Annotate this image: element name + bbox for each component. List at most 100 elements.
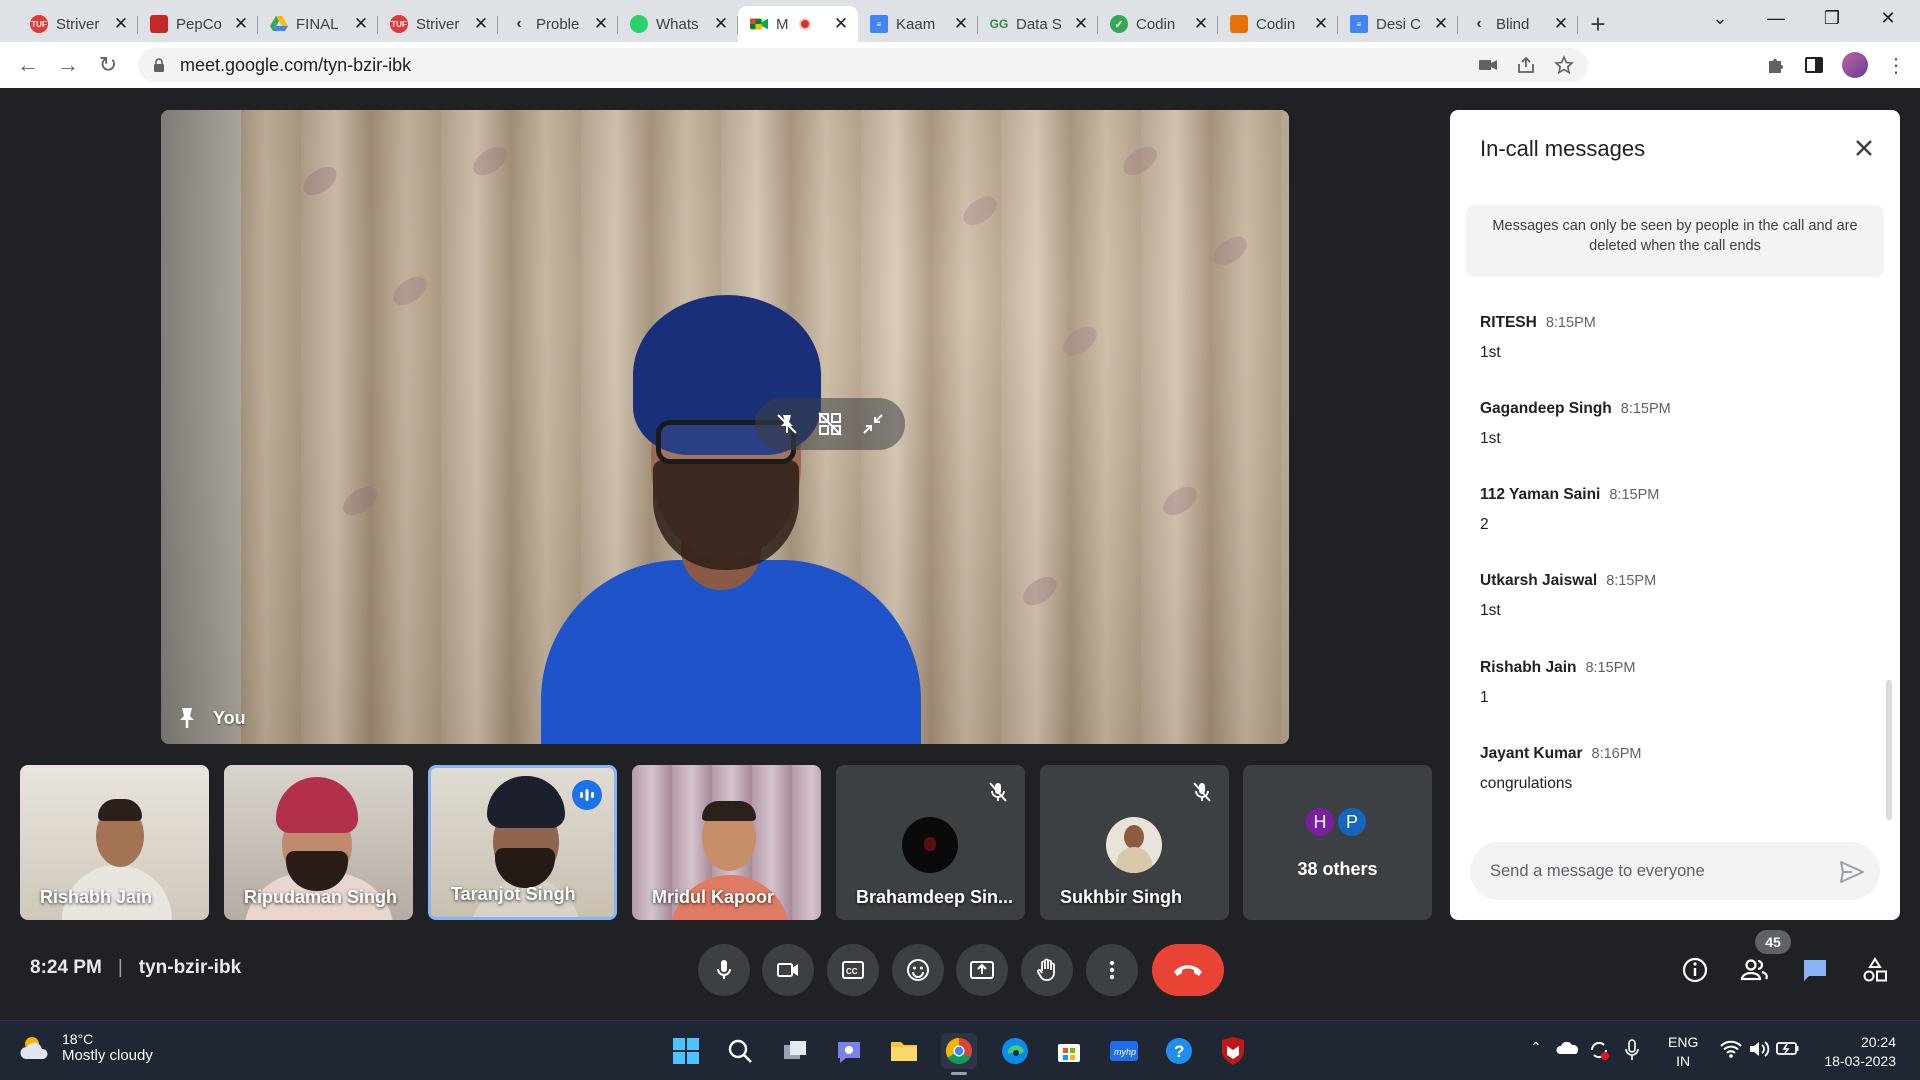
microsoft-store-button[interactable]: [1051, 1033, 1087, 1069]
camera-in-use-icon[interactable]: [1478, 55, 1498, 75]
volume-icon[interactable]: [1748, 1039, 1770, 1059]
omnibox[interactable]: meet.google.com/tyn-bzir-ibk: [138, 48, 1588, 82]
start-button[interactable]: [668, 1033, 704, 1069]
chat-button[interactable]: [1795, 950, 1835, 990]
microphone-button[interactable]: [698, 944, 750, 996]
others-tile[interactable]: H P 38 others: [1243, 765, 1432, 920]
tab-close-icon[interactable]: ✕: [592, 14, 610, 34]
tab-close-icon[interactable]: ✕: [232, 14, 250, 34]
browser-tab[interactable]: Whats ✕: [618, 6, 738, 42]
myhp-button[interactable]: myhp: [1106, 1033, 1142, 1069]
minimize-button[interactable]: —: [1748, 0, 1804, 36]
chat-message: Gagandeep Singh 8:15PM 1st: [1480, 400, 1860, 448]
send-icon[interactable]: [1838, 858, 1866, 886]
teams-chat-button[interactable]: [831, 1033, 867, 1069]
side-panel-icon[interactable]: [1804, 55, 1824, 75]
tab-title: PepCo: [176, 15, 222, 33]
profile-avatar[interactable]: [1842, 52, 1868, 78]
chrome-menu-icon[interactable]: ⋮: [1886, 53, 1906, 78]
new-tab-button[interactable]: +: [1578, 6, 1618, 42]
browser-tab[interactable]: ≡ Kaam ✕: [858, 6, 978, 42]
chat-icon: [1804, 960, 1826, 981]
chat-message-input[interactable]: [1490, 861, 1820, 881]
message-text: congrulations: [1480, 775, 1573, 792]
tab-close-icon[interactable]: ✕: [1552, 14, 1570, 34]
tab-close-icon[interactable]: ✕: [1072, 14, 1090, 34]
reactions-button[interactable]: [892, 944, 944, 996]
show-hidden-icons-chevron-icon[interactable]: ⌃: [1530, 1039, 1542, 1056]
captions-button[interactable]: CC: [827, 944, 879, 996]
camera-button[interactable]: [762, 944, 814, 996]
more-options-button[interactable]: [1086, 944, 1138, 996]
tab-close-icon[interactable]: ✕: [112, 14, 130, 34]
extensions-puzzle-icon[interactable]: [1766, 55, 1786, 75]
raise-hand-button[interactable]: [1021, 944, 1073, 996]
browser-tab[interactable]: PepCo ✕: [138, 6, 258, 42]
present-screen-button[interactable]: [956, 944, 1008, 996]
participant-tile[interactable]: Sukhbir Singh: [1040, 765, 1229, 920]
browser-tab[interactable]: Codin ✕: [1218, 6, 1338, 42]
browser-tab[interactable]: TUF Striver ✕: [378, 6, 498, 42]
share-icon[interactable]: [1516, 55, 1536, 75]
remove-from-view-icon[interactable]: [817, 411, 843, 437]
svg-text:myhp: myhp: [1114, 1047, 1136, 1057]
participant-tile[interactable]: Brahamdeep Sin...: [836, 765, 1025, 920]
taskbar-search-button[interactable]: [722, 1033, 758, 1069]
language-indicator[interactable]: ENG IN: [1668, 1033, 1698, 1071]
participant-tile[interactable]: Ripudaman Singh: [224, 765, 413, 920]
tab-search-chevron-icon[interactable]: ⌄: [1692, 0, 1748, 36]
pin-icon[interactable]: [177, 706, 197, 730]
activities-button[interactable]: [1855, 950, 1895, 990]
leave-call-button[interactable]: [1152, 944, 1224, 996]
meeting-code: tyn-bzir-ibk: [138, 957, 242, 978]
browser-tab[interactable]: TUF Striver ✕: [18, 6, 138, 42]
pin-off-icon[interactable]: [774, 411, 800, 437]
close-icon[interactable]: [1850, 134, 1878, 162]
participant-tile[interactable]: Mridul Kapoor: [632, 765, 821, 920]
participant-tile[interactable]: Rishabh Jain: [20, 765, 209, 920]
browser-tab[interactable]: ≡ Desi C ✕: [1338, 6, 1458, 42]
self-video-tile[interactable]: You: [161, 110, 1289, 744]
file-explorer-button[interactable]: [886, 1033, 922, 1069]
chat-input-box[interactable]: [1470, 842, 1880, 900]
tab-close-icon[interactable]: ✕: [1312, 14, 1330, 34]
chat-scrollbar[interactable]: [1886, 680, 1892, 820]
task-view-button[interactable]: [777, 1033, 813, 1069]
bookmark-star-icon[interactable]: [1554, 55, 1574, 75]
chrome-taskbar-button[interactable]: [941, 1033, 977, 1069]
browser-tab[interactable]: GG Data S ✕: [978, 6, 1098, 42]
restore-button[interactable]: ❐: [1804, 0, 1860, 36]
back-button[interactable]: ←: [8, 45, 48, 85]
forward-button[interactable]: →: [48, 45, 88, 85]
participant-tile-speaking[interactable]: Taranjot Singh: [428, 765, 617, 920]
system-clock[interactable]: 20:24 18-03-2023: [1824, 1033, 1896, 1071]
windows-logo-icon: [673, 1038, 699, 1064]
onedrive-cloud-icon[interactable]: [1556, 1039, 1580, 1055]
mcafee-button[interactable]: [1215, 1033, 1251, 1069]
sync-icon[interactable]: [1588, 1039, 1610, 1061]
edge-button[interactable]: [997, 1033, 1033, 1069]
tab-close-icon[interactable]: ✕: [352, 14, 370, 34]
tab-close-icon[interactable]: ✕: [472, 14, 490, 34]
help-icon: ?: [1166, 1038, 1192, 1064]
browser-tab[interactable]: ‹ Blind ✕: [1458, 6, 1578, 42]
tab-close-icon[interactable]: ✕: [952, 14, 970, 34]
browser-tab-active[interactable]: M ✕: [738, 6, 858, 42]
weather-widget[interactable]: 18°C Mostly cloudy: [18, 1031, 153, 1064]
people-button[interactable]: [1734, 950, 1774, 990]
browser-tab[interactable]: ‹ Proble ✕: [498, 6, 618, 42]
meeting-details-button[interactable]: [1675, 950, 1715, 990]
minimize-tile-icon[interactable]: [860, 411, 886, 437]
help-button[interactable]: ?: [1161, 1033, 1197, 1069]
microphone-tray-icon[interactable]: [1624, 1039, 1640, 1061]
browser-tab[interactable]: FINAL ✕: [258, 6, 378, 42]
reload-button[interactable]: ↻: [88, 45, 128, 85]
tab-close-icon[interactable]: ✕: [1432, 14, 1450, 34]
browser-tab[interactable]: ✓ Codin ✕: [1098, 6, 1218, 42]
battery-icon[interactable]: [1776, 1039, 1800, 1057]
tab-close-icon[interactable]: ✕: [832, 14, 850, 34]
tab-close-icon[interactable]: ✕: [1192, 14, 1210, 34]
close-window-button[interactable]: ✕: [1860, 0, 1916, 36]
tab-close-icon[interactable]: ✕: [712, 14, 730, 34]
wifi-icon[interactable]: [1720, 1039, 1742, 1059]
